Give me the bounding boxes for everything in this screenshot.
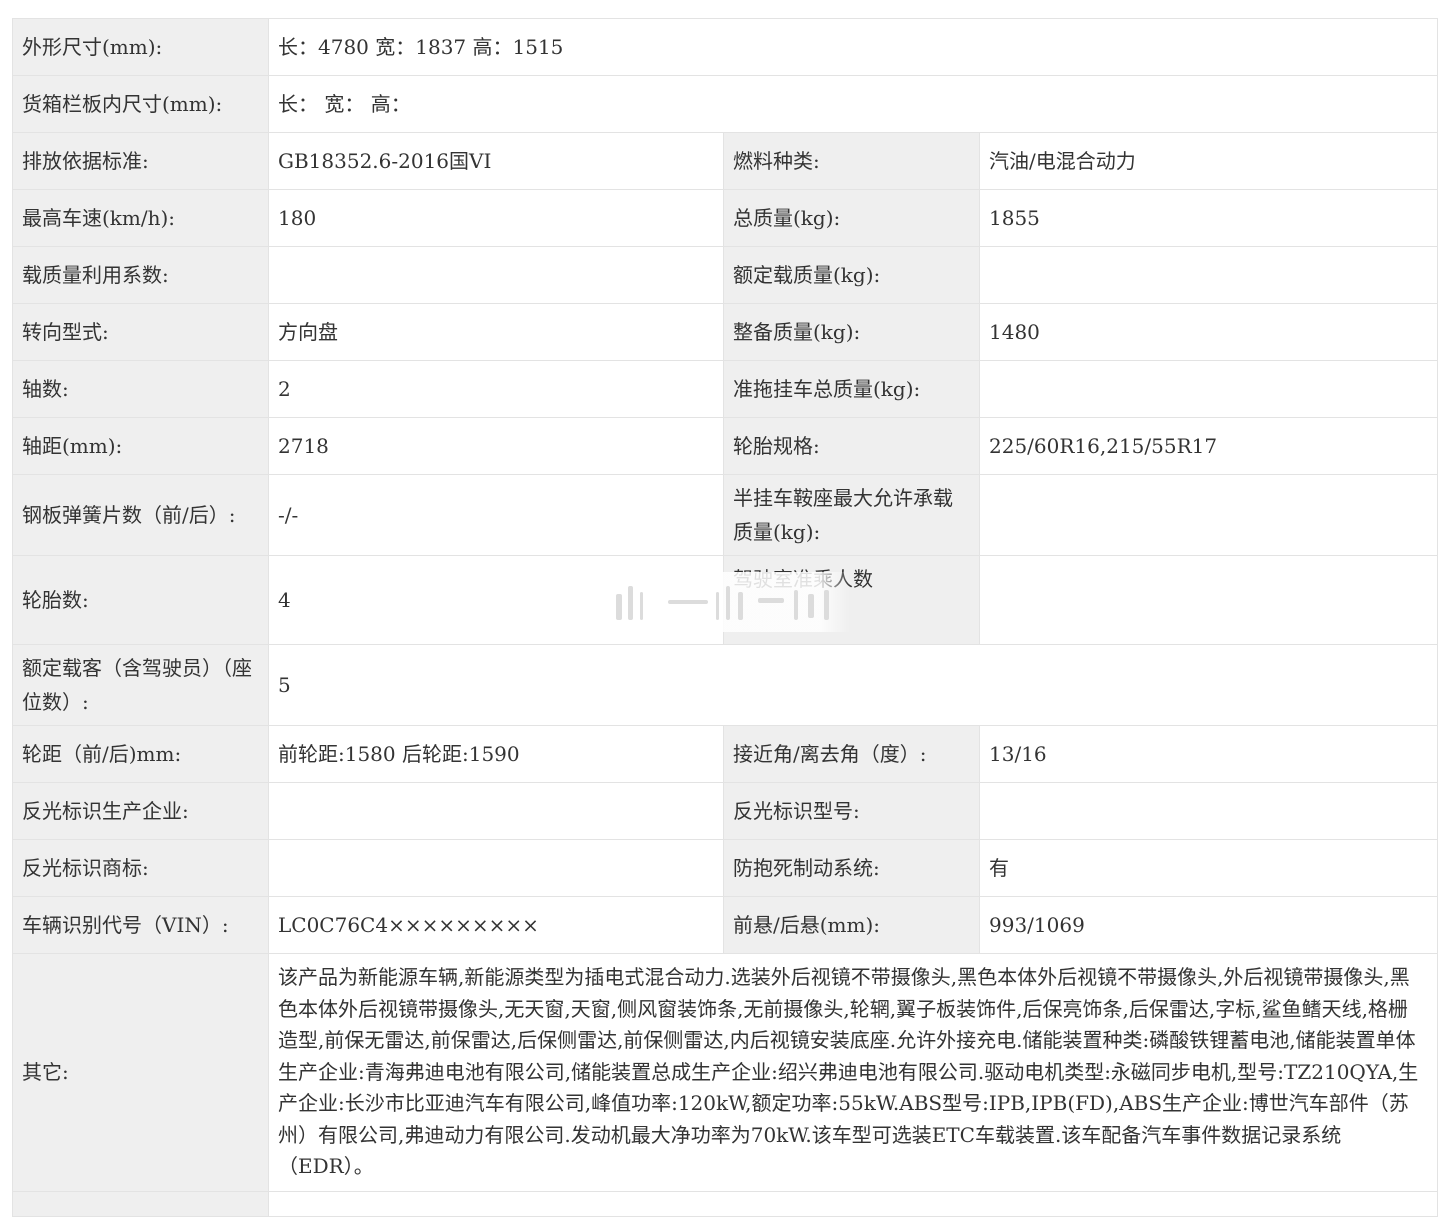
- value-tire-count: 4: [268, 555, 724, 645]
- row-rated-passengers: 额定载客（含驾驶员）（座位数）: 5: [12, 644, 1439, 726]
- row-axles: 轴数: 2 准拖挂车总质量(kg):: [12, 360, 1439, 418]
- label-vin: 车辆识别代号（VIN）:: [12, 896, 269, 954]
- value-load-factor: [268, 246, 724, 304]
- row-other: 其它: 该产品为新能源车辆,新能源类型为插电式混合动力.选装外后视镜不带摄像头,…: [12, 953, 1439, 1192]
- label-trailer-mass: 准拖挂车总质量(kg):: [723, 360, 980, 418]
- value-cargo-box: 长： 宽： 高：: [267, 75, 1439, 133]
- row-steering: 转向型式: 方向盘 整备质量(kg): 1480: [12, 303, 1439, 361]
- value-rated-passengers: 5: [267, 644, 1439, 726]
- value-rated-load: [978, 246, 1439, 304]
- row-tire-count: 轮胎数: 4 驾驶室准乘人数: [12, 555, 1439, 645]
- label-track: 轮距（前/后)mm:: [12, 725, 269, 783]
- value-cab-passengers: [978, 555, 1439, 645]
- label-wheelbase: 轴距(mm):: [12, 417, 269, 475]
- label-approach-angle: 接近角/离去角（度）:: [723, 725, 980, 783]
- label-rated-load: 额定载质量(kg):: [723, 246, 980, 304]
- row-emission: 排放依据标准: GB18352.6-2016国VI 燃料种类: 汽油/电混合动力: [12, 132, 1439, 190]
- label-cab-passengers: 驾驶室准乘人数: [723, 555, 980, 645]
- value-other: 该产品为新能源车辆,新能源类型为插电式混合动力.选装外后视镜不带摄像头,黑色本体…: [267, 953, 1439, 1192]
- label-overhang: 前悬/后悬(mm):: [723, 896, 980, 954]
- value-emission-standard: GB18352.6-2016国VI: [268, 132, 724, 190]
- value-approach-angle: 13/16: [978, 725, 1439, 783]
- row-truncated: [12, 1190, 1439, 1217]
- label-leaf-springs: 钢板弹簧片数（前/后）:: [12, 474, 269, 556]
- vehicle-spec-table: 外形尺寸(mm): 长：4780 宽：1837 高：1515 货箱栏板内尺寸(m…: [12, 18, 1439, 1217]
- label-reflector-model: 反光标识型号:: [723, 782, 980, 840]
- value-curb-mass: 1480: [978, 303, 1439, 361]
- row-track: 轮距（前/后)mm: 前轮距:1580 后轮距:1590 接近角/离去角（度）:…: [12, 725, 1439, 783]
- value-saddle-load: [978, 474, 1439, 556]
- label-axles: 轴数:: [12, 360, 269, 418]
- label-curb-mass: 整备质量(kg):: [723, 303, 980, 361]
- value-wheelbase: 2718: [268, 417, 724, 475]
- value-abs: 有: [978, 839, 1439, 897]
- value-overhang: 993/1069: [978, 896, 1439, 954]
- row-dimensions: 外形尺寸(mm): 长：4780 宽：1837 高：1515: [12, 18, 1439, 76]
- value-dimensions: 长：4780 宽：1837 高：1515: [267, 18, 1439, 76]
- label-saddle-load: 半挂车鞍座最大允许承载质量(kg):: [723, 474, 980, 556]
- label-dimensions: 外形尺寸(mm):: [12, 18, 269, 76]
- row-wheelbase: 轴距(mm): 2718 轮胎规格: 225/60R16,215/55R17: [12, 417, 1439, 475]
- value-truncated: [267, 1190, 1439, 1217]
- value-trailer-mass: [978, 360, 1439, 418]
- row-max-speed: 最高车速(km/h): 180 总质量(kg): 1855: [12, 189, 1439, 247]
- label-tire-count: 轮胎数:: [12, 555, 269, 645]
- row-reflector-brand: 反光标识商标: 防抱死制动系统: 有: [12, 839, 1439, 897]
- value-reflector-maker: [268, 782, 724, 840]
- label-load-factor: 载质量利用系数:: [12, 246, 269, 304]
- value-gross-mass: 1855: [978, 189, 1439, 247]
- value-tire-spec: 225/60R16,215/55R17: [978, 417, 1439, 475]
- row-cargo-box: 货箱栏板内尺寸(mm): 长： 宽： 高：: [12, 75, 1439, 133]
- row-vin: 车辆识别代号（VIN）: LC0C76C4××××××××× 前悬/后悬(mm)…: [12, 896, 1439, 954]
- label-emission-standard: 排放依据标准:: [12, 132, 269, 190]
- value-max-speed: 180: [268, 189, 724, 247]
- value-steering: 方向盘: [268, 303, 724, 361]
- label-steering: 转向型式:: [12, 303, 269, 361]
- label-truncated: [12, 1190, 269, 1217]
- row-leaf-springs: 钢板弹簧片数（前/后）: -/- 半挂车鞍座最大允许承载质量(kg):: [12, 474, 1439, 556]
- label-tire-spec: 轮胎规格:: [723, 417, 980, 475]
- value-track: 前轮距:1580 后轮距:1590: [268, 725, 724, 783]
- value-reflector-model: [978, 782, 1439, 840]
- value-vin: LC0C76C4×××××××××: [268, 896, 724, 954]
- value-reflector-brand: [268, 839, 724, 897]
- label-fuel-type: 燃料种类:: [723, 132, 980, 190]
- value-leaf-springs: -/-: [268, 474, 724, 556]
- label-reflector-maker: 反光标识生产企业:: [12, 782, 269, 840]
- label-cargo-box: 货箱栏板内尺寸(mm):: [12, 75, 269, 133]
- value-axles: 2: [268, 360, 724, 418]
- label-reflector-brand: 反光标识商标:: [12, 839, 269, 897]
- label-gross-mass: 总质量(kg):: [723, 189, 980, 247]
- label-max-speed: 最高车速(km/h):: [12, 189, 269, 247]
- label-abs: 防抱死制动系统:: [723, 839, 980, 897]
- row-reflector-maker: 反光标识生产企业: 反光标识型号:: [12, 782, 1439, 840]
- label-rated-passengers: 额定载客（含驾驶员）（座位数）:: [12, 644, 269, 726]
- label-other: 其它:: [12, 953, 269, 1192]
- row-load-factor: 载质量利用系数: 额定载质量(kg):: [12, 246, 1439, 304]
- value-fuel-type: 汽油/电混合动力: [978, 132, 1439, 190]
